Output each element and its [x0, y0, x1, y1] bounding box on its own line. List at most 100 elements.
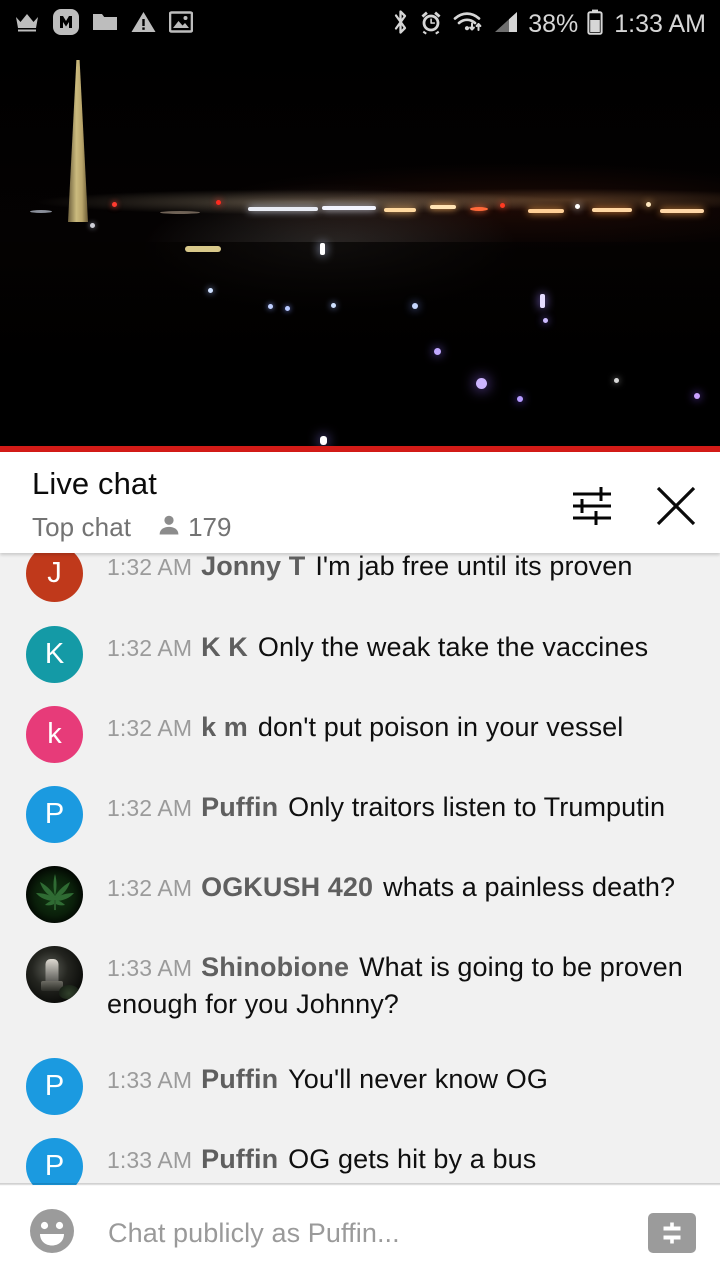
avatar[interactable]: k [26, 706, 83, 763]
light-point [331, 303, 336, 308]
live-chat-subheader: Top chat 179 [32, 512, 231, 543]
status-bar-notification-icons [14, 8, 194, 40]
avatar[interactable]: P [26, 1138, 83, 1185]
chat-message-body: 1:32 AM Puffin Only traitors listen to Tru… [107, 786, 665, 826]
avatar[interactable] [26, 866, 83, 923]
chat-message-row[interactable]: J 1:32 AM Jonny T I'm jab free until its p… [0, 553, 720, 602]
message-text: You'll never know OG [288, 1064, 548, 1094]
status-bar-clock: 1:33 AM [614, 9, 706, 38]
crown-icon [14, 11, 40, 38]
message-author[interactable]: Puffin [201, 1144, 278, 1174]
message-timestamp: 1:32 AM [107, 795, 193, 821]
live-chat-header-actions [568, 466, 700, 530]
chat-message-body: 1:32 AM K K Only the weak take the vaccine… [107, 626, 648, 666]
avatar-initial: P [44, 798, 65, 830]
light-point [412, 303, 418, 309]
folder-icon [92, 11, 118, 37]
status-bar-system-icons: 38% 1:33 AM [392, 9, 706, 40]
chat-message-body: 1:32 AM Jonny T I'm jab free until its pro… [107, 553, 633, 585]
message-author[interactable]: k m [201, 712, 248, 742]
avatar-initial: K [44, 638, 65, 670]
close-icon[interactable] [652, 482, 700, 530]
message-timestamp: 1:33 AM [107, 955, 193, 981]
chat-message-row[interactable]: P 1:33 AM Puffin You'll never know OG [0, 1058, 720, 1115]
wifi-icon [453, 10, 484, 39]
chat-message-row[interactable]: k 1:32 AM k m don't put poison in your ves… [0, 706, 720, 763]
foreground-ground [0, 242, 720, 452]
light-point [320, 243, 325, 255]
avatar-initial: P [44, 1070, 65, 1102]
message-author[interactable]: Puffin [201, 792, 278, 822]
bluetooth-icon [392, 9, 409, 40]
avatar-initial: P [44, 1150, 65, 1182]
chat-input-placeholder[interactable]: Chat publicly as Puffin... [108, 1218, 400, 1249]
light-point [614, 378, 619, 383]
message-author[interactable]: Puffin [201, 1064, 278, 1094]
viewer-count-group: 179 [157, 512, 231, 543]
person-icon [157, 513, 181, 542]
chat-message-body: 1:33 AM Shinobione What is going to be pro… [107, 946, 704, 1022]
light-point [540, 294, 545, 308]
dollar-superchat-icon[interactable] [648, 1213, 696, 1253]
avatar[interactable] [26, 946, 83, 1003]
battery-icon [587, 9, 603, 40]
message-author[interactable]: Jonny T [201, 553, 305, 581]
avatar[interactable]: K [26, 626, 83, 683]
message-timestamp: 1:32 AM [107, 715, 193, 741]
message-timestamp: 1:32 AM [107, 635, 193, 661]
chat-input-bar[interactable]: Chat publicly as Puffin... [0, 1186, 720, 1280]
cannabis-leaf-icon [32, 870, 78, 922]
avatar[interactable]: P [26, 786, 83, 843]
light-point [185, 246, 221, 252]
chat-message-body: 1:33 AM Puffin You'll never know OG [107, 1058, 548, 1098]
light-point [268, 304, 273, 309]
light-point [694, 393, 700, 399]
chat-mode-label[interactable]: Top chat [32, 512, 131, 543]
message-text: I'm jab free until its proven [315, 553, 633, 581]
message-author[interactable]: OGKUSH 420 [201, 872, 373, 902]
light-point [543, 318, 548, 323]
emoji-smiley-icon[interactable] [26, 1205, 78, 1262]
message-text: Only traitors listen to Trumputin [288, 792, 666, 822]
viewer-count-label: 179 [188, 511, 232, 542]
chat-message-body: 1:32 AM OGKUSH 420 whats a painless death? [107, 866, 675, 906]
message-timestamp: 1:33 AM [107, 1147, 193, 1173]
message-author[interactable]: Shinobione [201, 952, 349, 982]
light-point [476, 378, 487, 389]
avatar-initial: k [47, 718, 62, 750]
message-text: What is going to be proven enough for yo… [107, 952, 683, 1019]
chat-message-body: 1:32 AM k m don't put poison in your vesse… [107, 706, 623, 746]
battery-percent-label: 38% [528, 9, 579, 38]
phone-screen: 38% 1:33 AM Live chat Top chat 179 J 1:3… [0, 0, 720, 1280]
avatar[interactable]: J [26, 553, 83, 602]
message-author[interactable]: K K [201, 632, 248, 662]
light-point [285, 306, 290, 311]
message-text: don't put poison in your vessel [257, 712, 624, 742]
status-bar: 38% 1:33 AM [0, 0, 720, 48]
alarm-clock-icon [418, 9, 444, 40]
city-lights [0, 188, 720, 214]
chat-message-row[interactable]: 1:32 AM OGKUSH 420 whats a painless death? [0, 866, 720, 923]
chat-message-body: 1:33 AM Puffin OG gets hit by a bus [107, 1138, 536, 1178]
list-bottom-shadow [0, 1183, 720, 1186]
light-point [320, 436, 327, 445]
live-chat-header-titles: Live chat Top chat 179 [32, 466, 231, 543]
live-chat-title: Live chat [32, 466, 157, 501]
chat-message-row[interactable]: 1:33 AM Shinobione What is going to be pro… [0, 946, 720, 1022]
avatar[interactable]: P [26, 1058, 83, 1115]
light-point [90, 223, 95, 228]
chat-message-row[interactable]: K 1:32 AM K K Only the weak take the vacci… [0, 626, 720, 683]
live-chat-message-list[interactable]: J 1:32 AM Jonny T I'm jab free until its p… [0, 553, 720, 1185]
message-text: whats a painless death? [383, 872, 676, 902]
message-text: OG gets hit by a bus [288, 1144, 537, 1174]
message-timestamp: 1:32 AM [107, 875, 193, 901]
chat-message-row[interactable]: P 1:33 AM Puffin OG gets hit by a bus [0, 1138, 720, 1185]
light-point [434, 348, 441, 355]
cell-signal-icon [493, 10, 519, 39]
tune-sliders-icon[interactable] [568, 482, 616, 530]
image-icon [168, 10, 194, 38]
video-player[interactable] [0, 48, 720, 452]
light-point [208, 288, 213, 293]
message-timestamp: 1:32 AM [107, 554, 193, 580]
chat-message-row[interactable]: P 1:32 AM Puffin Only traitors listen to T… [0, 786, 720, 843]
